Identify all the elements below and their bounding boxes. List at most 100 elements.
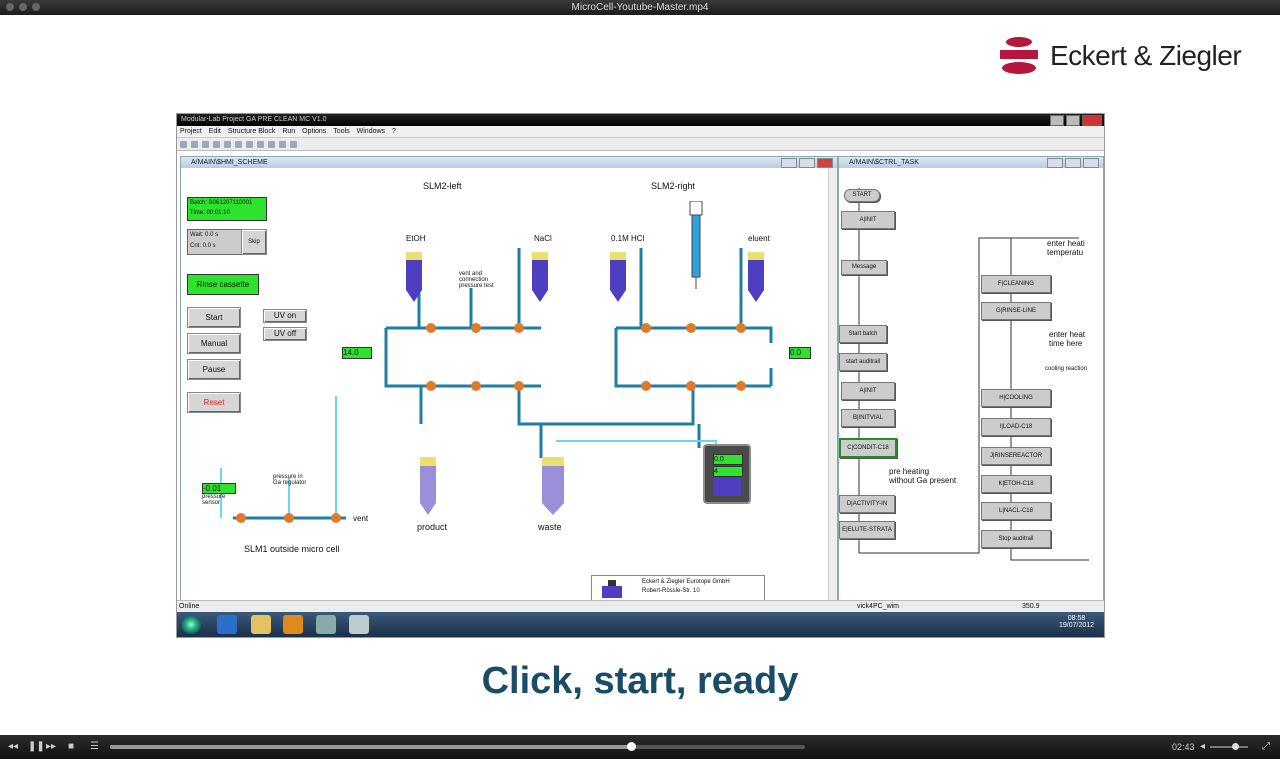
rewind-icon[interactable]: ◂◂ [8, 741, 18, 753]
explorer-icon[interactable] [251, 615, 271, 634]
hmi-scheme-panel: A/MAIN\$HMI_SCHEME SLM2-left SLM2-right … [180, 156, 838, 603]
playlist-icon[interactable]: ☰ [90, 741, 99, 753]
menu-project[interactable]: Project [180, 126, 202, 137]
task-minimize-button[interactable] [1047, 158, 1063, 168]
uv-on-button[interactable]: UV on [263, 309, 307, 323]
copy-icon[interactable] [235, 140, 242, 148]
flow-k-etoh[interactable]: K|ETOH-C18 [981, 475, 1051, 493]
open-icon[interactable] [191, 140, 198, 148]
tray-date: 19/07/2012 [1059, 622, 1095, 629]
ie-icon[interactable] [217, 615, 237, 634]
flow-l-nacl[interactable]: L|NACL-C18 [981, 502, 1051, 520]
hcl-label: 0.1M HCl [611, 234, 645, 243]
menu-run[interactable]: Run [282, 126, 295, 137]
app-title: Modular-Lab Project GA PRE CLEAN MC V1.0 [181, 116, 327, 123]
zoom-dot[interactable] [32, 3, 40, 11]
menu-edit[interactable]: Edit [209, 126, 221, 137]
pause-button[interactable]: Pause [187, 359, 241, 380]
scheme-maximize-button[interactable] [799, 158, 815, 168]
pause-icon[interactable]: ❚❚ [28, 741, 45, 753]
batch-time: Time: 00:01:10 [190, 210, 230, 216]
media-player-icon[interactable] [283, 615, 303, 634]
scheme-panel-titlebar: A/MAIN\$HMI_SCHEME [181, 157, 837, 168]
flow-b-initvial[interactable]: B|INITVIAL [841, 409, 895, 427]
skip-button[interactable]: Skip [241, 229, 267, 255]
flow-start-auditrail[interactable]: start auditrail [839, 353, 887, 371]
reactor-bottom-display: 4 [713, 466, 743, 477]
menu-structure-block[interactable]: Structure Block [228, 126, 275, 137]
paste-icon[interactable] [246, 140, 253, 148]
menu-tools[interactable]: Tools [333, 126, 349, 137]
start-button[interactable]: Start [187, 307, 241, 328]
start-orb-icon[interactable] [181, 615, 201, 634]
scheme-scrollbar[interactable] [828, 168, 837, 600]
print-icon[interactable] [213, 140, 220, 148]
company-footer: Eckert & Ziegler Eurotope GmbH Robert-Rö… [591, 575, 765, 603]
pressure-display: -0.01 [202, 483, 236, 494]
product-vial-icon [420, 457, 436, 515]
window-controls[interactable] [6, 3, 40, 11]
modular-lab-icon[interactable] [349, 615, 369, 634]
menu-windows[interactable]: Windows [357, 126, 385, 137]
flow-i-load[interactable]: I|LOAD-C18 [981, 418, 1051, 436]
rinse-cassette-button[interactable]: Rinse cassette [187, 274, 259, 295]
task-panel-titlebar: A/MAIN\$CTRL_TASK [839, 157, 1103, 168]
task-close-button[interactable] [1083, 158, 1099, 168]
volume-slider[interactable] [1210, 743, 1248, 750]
flow-c-condit[interactable]: C|CONDIT-C18 [839, 438, 897, 458]
undo-icon[interactable] [257, 140, 264, 148]
app-maximize-button[interactable] [1066, 115, 1080, 126]
eluent-vial-icon [748, 252, 764, 302]
waste-vial-icon [542, 457, 564, 515]
window-title: MicroCell-Youtube-Master.mp4 [571, 2, 709, 13]
doc-icon[interactable] [290, 140, 297, 148]
nacl-vial-icon [532, 252, 548, 302]
flow-e-elute[interactable]: E|ELUTE-STRATA [839, 521, 895, 539]
volume-knob[interactable] [1232, 743, 1239, 750]
save-icon[interactable] [202, 140, 209, 148]
bulb-icon[interactable] [279, 140, 286, 148]
fullscreen-icon[interactable]: ⤢ [1262, 741, 1270, 753]
flow-a-init[interactable]: A|INIT [841, 211, 895, 229]
minimize-dot[interactable] [19, 3, 27, 11]
flow-g-rinse[interactable]: G|RINSE-LINE [981, 302, 1051, 320]
manual-button[interactable]: Manual [187, 333, 241, 354]
app-minimize-button[interactable] [1050, 115, 1064, 126]
flow-j-rinsereactor[interactable]: J|RINSEREACTOR [981, 447, 1051, 465]
task-maximize-button[interactable] [1065, 158, 1081, 168]
fast-forward-icon[interactable]: ▸▸ [46, 741, 56, 753]
app-close-button[interactable] [1082, 115, 1102, 126]
task-panel-title: A/MAIN\$CTRL_TASK [849, 159, 919, 166]
scheme-close-button[interactable] [817, 158, 833, 168]
syringe-icon [689, 201, 703, 289]
vent-note: vent and connection pressure test [459, 271, 494, 289]
app-menubar: Project Edit Structure Block Run Options… [177, 126, 1104, 138]
seek-bar[interactable] [110, 742, 805, 751]
flow-start[interactable]: START [844, 189, 880, 202]
flow-message[interactable]: Message [841, 260, 887, 275]
flow-h-cooling[interactable]: H|COOLING [981, 389, 1051, 407]
tray-clock: 08:58 19/07/2012 [1059, 615, 1094, 629]
cut-icon[interactable] [224, 140, 231, 148]
volume-icon[interactable]: ◂ [1200, 741, 1205, 753]
nacl-label: NaCl [534, 234, 552, 243]
note-cooling: cooling reaction [1045, 366, 1088, 372]
stop-icon[interactable]: ■ [68, 741, 74, 753]
flow-stop-auditrail[interactable]: Stop auditrail [981, 530, 1051, 548]
menu-options[interactable]: Options [302, 126, 326, 137]
uv-off-button[interactable]: UV off [263, 327, 307, 341]
link-icon[interactable] [268, 140, 275, 148]
flow-start-batch[interactable]: Start batch [839, 325, 887, 343]
seek-knob[interactable] [627, 742, 637, 751]
reset-button[interactable]: Reset [187, 392, 241, 413]
reactor-fill [713, 478, 741, 496]
menu-help[interactable]: ? [392, 126, 396, 137]
new-icon[interactable] [180, 140, 187, 148]
video-window-titlebar: MicroCell-Youtube-Master.mp4 [0, 0, 1280, 15]
scheme-minimize-button[interactable] [781, 158, 797, 168]
app-icon-1[interactable] [316, 615, 336, 634]
flow-d-activity[interactable]: D|ACTIVITY-IN [839, 495, 895, 513]
close-dot[interactable] [6, 3, 14, 11]
flow-f-cleaning[interactable]: F|CLEANING [981, 275, 1051, 293]
flow-a-init-2[interactable]: A|INIT [841, 382, 895, 400]
